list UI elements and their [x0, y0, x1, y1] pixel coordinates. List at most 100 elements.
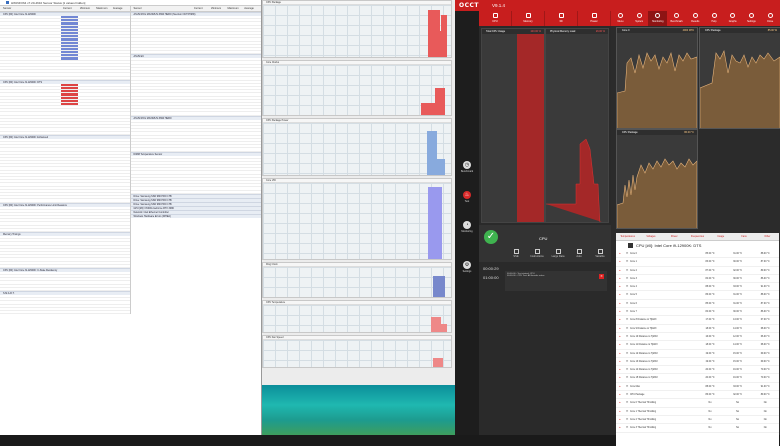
- sensor-table-row[interactable]: ● ☐ Core 12 Distance to TjMAX 19.00 °C 15.00…: [616, 350, 779, 358]
- col-sensor[interactable]: Sensor: [0, 6, 63, 11]
- sensor-graph[interactable]: CPU Package Power: [262, 118, 452, 176]
- monitor-tab-close[interactable]: Close: [760, 11, 780, 26]
- sensor-table-row[interactable]: ● ☐ Core 15 Distance to TjMAX 20.00 °C 16.00…: [616, 374, 779, 383]
- sensor-graph[interactable]: Ring Clock: [262, 262, 452, 298]
- sensor-table-row[interactable]: ● ☐ Core 3 84.00 °C 30.00 °C 86.00 °C: [616, 275, 779, 284]
- monitor-tab-help[interactable]: Help: [704, 11, 724, 26]
- sensor-row[interactable]: [0, 288, 130, 291]
- nav-item-monitoring[interactable]: ◔ Monitoring: [455, 221, 479, 233]
- sensor-row[interactable]: [0, 77, 130, 80]
- sensor-value: No: [708, 418, 712, 421]
- sensor-row[interactable]: [0, 311, 130, 315]
- tab-memory[interactable]: Memory: [512, 11, 545, 26]
- category-tab-power[interactable]: Power: [663, 233, 686, 240]
- col-current-right[interactable]: Current: [194, 6, 211, 11]
- category-tab-voltages[interactable]: Voltages: [639, 233, 662, 240]
- sensor-name: [130, 51, 193, 55]
- graph-bar: [435, 87, 445, 115]
- sensor-table-row[interactable]: ● ☐ Core 8 Distance to TjMAX 17.00 °C 13.00 …: [616, 316, 779, 325]
- nav-label: Monitoring: [461, 230, 473, 233]
- sensor-value: [61, 265, 79, 268]
- sensor-section-header[interactable]: Windows Hardware Errors (WHEA): [130, 213, 261, 218]
- sensor-row[interactable]: [0, 199, 130, 203]
- col-maximum-right[interactable]: Maximum: [227, 6, 244, 11]
- tab-power[interactable]: Power: [578, 11, 611, 26]
- monitor-tab-graphs[interactable]: Graphs: [723, 11, 743, 26]
- sensor-table-row[interactable]: ● ☐ Core 2 87.00 °C 32.00 °C 89.00 °C: [616, 267, 779, 275]
- sensor-table-row[interactable]: ● ☐ Core 14 Distance to TjMAX 20.00 °C 16.00…: [616, 366, 779, 375]
- monitor-tab-monitoring[interactable]: Monitoring: [648, 11, 668, 26]
- sensor-value: 16.00 °C: [705, 335, 715, 338]
- sensor-graph[interactable]: CPU Fan Speed: [262, 335, 452, 368]
- graph-bar: [431, 317, 441, 332]
- category-tab-fans[interactable]: Fans: [732, 233, 755, 240]
- monitor-tab-menu[interactable]: Menu: [611, 11, 630, 26]
- monitor-tab-benchmark[interactable]: Benchmark: [667, 11, 687, 26]
- col-average-right[interactable]: Average: [244, 6, 261, 11]
- close-log-icon[interactable]: ✕: [599, 274, 604, 279]
- sensor-max: No: [763, 427, 767, 430]
- col-current[interactable]: Current: [63, 6, 80, 11]
- nav-item-test[interactable]: ♨ Test: [455, 191, 479, 203]
- monitor-tab-results[interactable]: Results: [685, 11, 705, 26]
- sensor-row[interactable]: [0, 265, 130, 268]
- timer-icon: ◷: [463, 161, 471, 169]
- monitor-tab-settings[interactable]: Settings: [741, 11, 761, 26]
- option-large-data[interactable]: Large Data: [547, 249, 569, 258]
- sensor-name: [0, 265, 62, 268]
- option-instructions[interactable]: Instructions: [526, 249, 548, 258]
- sensor-table-row[interactable]: ● ☐ Core Max 88.00 °C 33.00 °C 91.00 °C: [616, 383, 779, 392]
- option-variable[interactable]: Variable: [589, 249, 611, 258]
- sensor-table-row[interactable]: ● ☐ Core 1 83.00 °C 30.00 °C 87.00 °C: [616, 258, 779, 267]
- sensor-table-row[interactable]: ● ☐ Core 13 Distance to TjMAX 19.00 °C 15.00…: [616, 358, 779, 367]
- tab-cpu[interactable]: CPU: [479, 11, 512, 26]
- status-dot-icon: ●: [619, 352, 621, 355]
- col-minimum-right[interactable]: Minimum: [211, 6, 228, 11]
- nav-item-benchmark[interactable]: ◷ Benchmark: [455, 161, 479, 173]
- option-auto[interactable]: Auto: [568, 249, 590, 258]
- col-minimum[interactable]: Minimum: [80, 6, 97, 11]
- tab-label: Results: [691, 20, 700, 23]
- category-tab-other[interactable]: Other: [756, 233, 779, 240]
- sensor-table-row[interactable]: ● ☐ Core 11 Distance to TjMAX 18.00 °C 14.00…: [616, 341, 779, 350]
- sensor-table-row[interactable]: ● ☐ Core 7 84.00 °C 30.00 °C 86.00 °C: [616, 308, 779, 317]
- col-maximum[interactable]: Maximum: [96, 6, 113, 11]
- sensor-table-row[interactable]: ● ☐ CPU Package 86.00 °C 32.00 °C 89.00 °C: [616, 391, 779, 400]
- option-sse[interactable]: SSE: [505, 249, 527, 258]
- category-tab-temperatures[interactable]: Temperatures: [616, 233, 639, 240]
- sensor-row[interactable]: [0, 132, 130, 135]
- sensor-graph[interactable]: Core VID: [262, 178, 452, 260]
- sensor-graph[interactable]: CPU Package: [262, 0, 452, 58]
- sensor-table-row[interactable]: ● ☐ Core 9 Distance to TjMAX 18.00 °C 14.00 …: [616, 325, 779, 333]
- sensor-value: 88.00 °C: [705, 286, 715, 289]
- category-tab-frequencies[interactable]: Frequencies: [686, 233, 709, 240]
- sensor-table-row[interactable]: ● ☐ Core 10 Distance to TjMAX 16.00 °C 12.00…: [616, 333, 779, 342]
- category-tab-usage[interactable]: Usage: [709, 233, 732, 240]
- sensor-table-row[interactable]: ● ☐ Core 0 Thermal Throttling No No No: [616, 399, 779, 408]
- col-sensor-right[interactable]: Sensor: [131, 6, 194, 11]
- sensor-graph[interactable]: CPU Temperature: [262, 300, 452, 333]
- sensor-graph[interactable]: Core Clocks: [262, 60, 452, 116]
- col-average[interactable]: Average: [113, 6, 130, 11]
- sensor-table-row[interactable]: ● ☐ Core 5 86.00 °C 31.00 °C 88.00 °C: [616, 291, 779, 300]
- nav-item-settings[interactable]: ⚙ Settings: [455, 261, 479, 273]
- sensor-table-row[interactable]: ● ☐ Core 0 85.00 °C 31.00 °C 88.00 °C: [616, 250, 779, 259]
- sensor-table-row[interactable]: ● ☐ Core 1 Thermal Throttling No No No: [616, 408, 779, 416]
- sensor-table-row[interactable]: ● ☐ Core 4 88.00 °C 33.00 °C 91.00 °C: [616, 283, 779, 292]
- sensor-row[interactable]: [130, 191, 261, 194]
- sensor-row[interactable]: [130, 51, 261, 55]
- graph-bar: [433, 31, 441, 57]
- sensor-table-row[interactable]: ● ☐ Core 3 Thermal Throttling No No No: [616, 424, 779, 433]
- sensor-table-row[interactable]: ● ☐ Core 6 85.00 °C 31.00 °C 87.00 °C: [616, 300, 779, 309]
- sensor-max: 87.00 °C: [760, 261, 770, 264]
- sensor-row[interactable]: [130, 112, 261, 116]
- tab-icon: [493, 13, 498, 18]
- sensor-table-row[interactable]: ● ☐ Core 2 Thermal Throttling No No No: [616, 416, 779, 425]
- monitor-tab-system[interactable]: System: [629, 11, 649, 26]
- tab-3d[interactable]: 3D: [545, 11, 578, 26]
- sensor-name: [0, 288, 62, 291]
- sensor-row[interactable]: [0, 229, 130, 232]
- tab-icon: [711, 13, 717, 18]
- power-series: [699, 50, 780, 128]
- sensor-row[interactable]: [130, 148, 261, 152]
